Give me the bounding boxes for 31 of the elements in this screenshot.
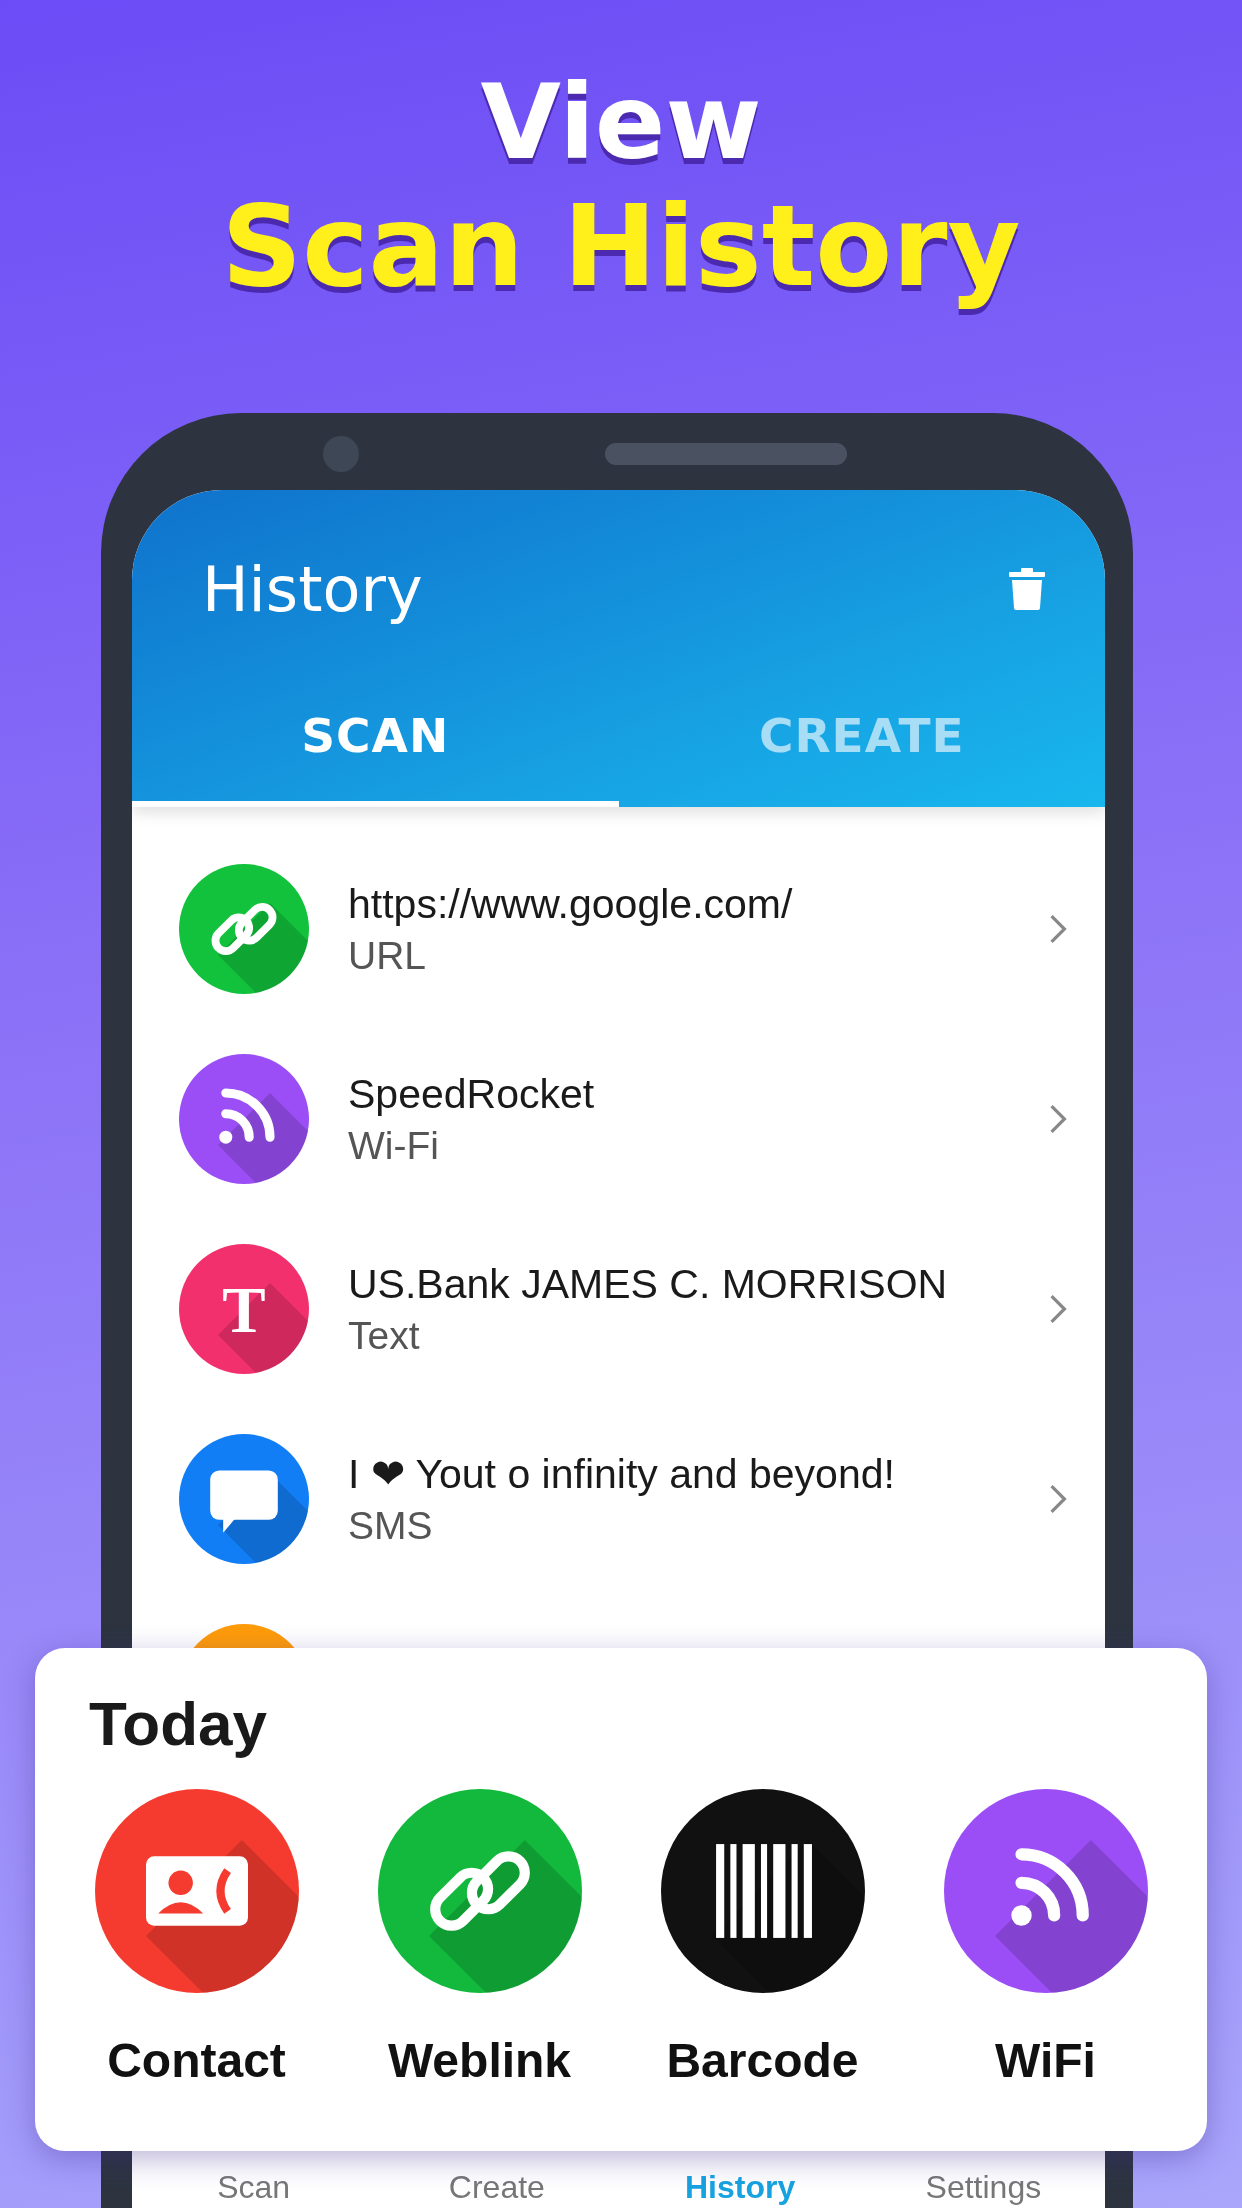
item-title: US.Bank JAMES C. MORRISON	[348, 1260, 949, 1308]
headline-text: View	[480, 62, 762, 182]
card-title: Today	[89, 1688, 268, 1759]
chevron-right-icon[interactable]	[1049, 913, 1067, 945]
item-type: URL	[348, 933, 428, 978]
nav-tab[interactable]: Settings	[861, 2169, 1105, 2206]
item-title: I ❤ Yout o infinity and beyond!	[348, 1450, 896, 1498]
category-label: WiFi	[995, 2033, 1096, 2088]
tab[interactable]: SCAN	[132, 688, 619, 807]
category-label: Contact	[107, 2033, 286, 2088]
chevron-right-icon[interactable]	[1049, 1103, 1067, 1135]
item-title: SpeedRocket	[348, 1070, 596, 1118]
barcode-icon[interactable]	[660, 1789, 865, 1993]
contact-card-icon[interactable]	[94, 1789, 299, 1993]
item-type: Wi-Fi	[348, 1123, 440, 1168]
category-label: Barcode	[666, 2033, 859, 2088]
nav-tab[interactable]: History	[618, 2169, 862, 2206]
item-title: https://www.google.com/	[348, 880, 794, 928]
link-icon[interactable]	[377, 1789, 582, 1993]
wifi-icon[interactable]	[943, 1789, 1148, 1993]
nav-tab[interactable]: Scan	[132, 2169, 376, 2206]
screen-title: History	[202, 552, 423, 626]
chevron-right-icon[interactable]	[1049, 1293, 1067, 1325]
chevron-right-icon[interactable]	[1049, 1483, 1067, 1515]
nav-tab[interactable]: Create	[375, 2169, 619, 2206]
text-icon: T	[179, 1244, 309, 1374]
category-label: Weblink	[387, 2033, 572, 2088]
item-type: SMS	[348, 1504, 434, 1548]
headline-text: Scan History	[221, 182, 1021, 310]
delete-icon[interactable]	[1009, 566, 1045, 612]
item-type: Text	[348, 1313, 421, 1358]
